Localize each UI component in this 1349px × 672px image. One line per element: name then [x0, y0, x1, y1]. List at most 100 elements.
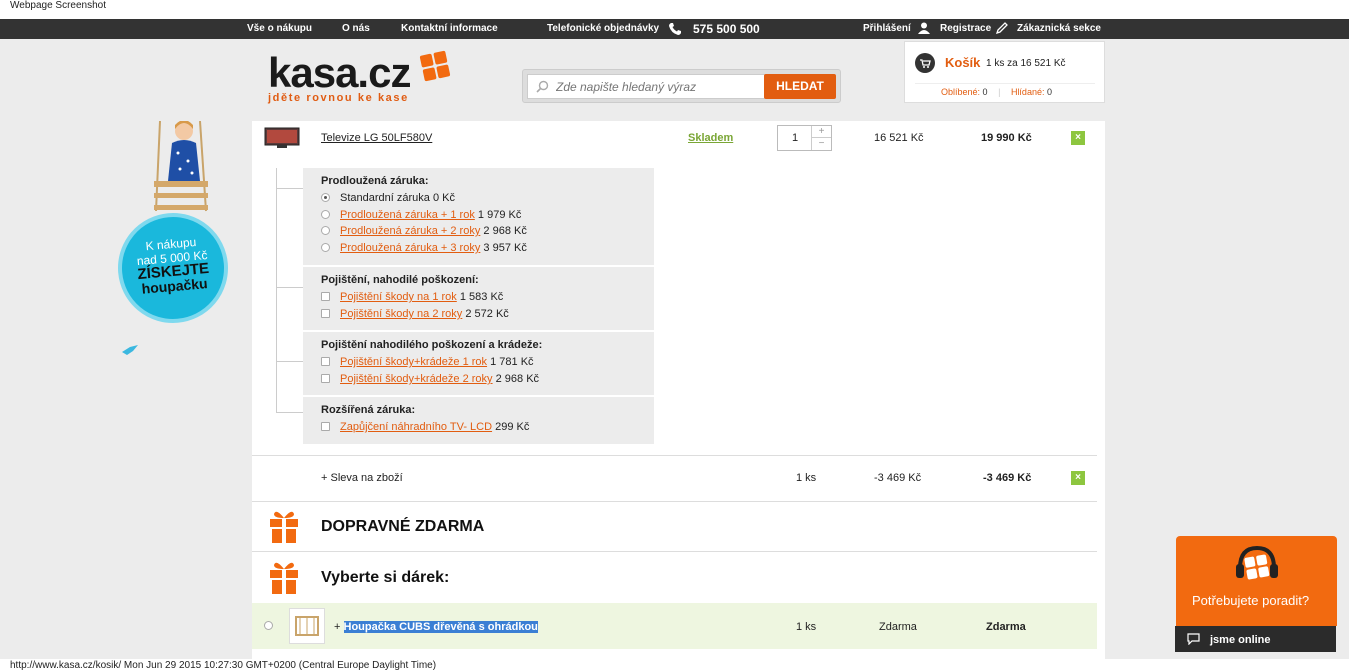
remove-product-button[interactable]: ×: [1071, 131, 1085, 145]
theft-1-year-option[interactable]: Pojištění škody+krádeže 1 rok 1 781 Kč: [321, 356, 534, 368]
theft-1-year-link[interactable]: Pojištění škody+krádeže 1 rok: [340, 356, 487, 368]
swing-promo-banner[interactable]: K nákupu nad 5 000 Kč ZÍSKEJTE houpačku: [112, 121, 233, 331]
options-tree-line: [276, 168, 277, 412]
discount-total: -3 469 Kč: [983, 472, 1032, 484]
warranty-3-years-price: 3 957 Kč: [483, 242, 527, 254]
product-unit-price: 16 521 Kč: [874, 132, 924, 144]
quantity-stepper[interactable]: 1 + −: [777, 125, 832, 151]
nav-customer-section[interactable]: Zákaznická sekce: [1017, 23, 1101, 34]
discount-label: + Sleva na zboží: [321, 472, 403, 484]
cart-title[interactable]: Košík: [945, 55, 980, 70]
discount-unit-price: -3 469 Kč: [874, 472, 922, 484]
bird-icon: [122, 345, 138, 355]
nav-login[interactable]: Přihlášení: [863, 23, 911, 34]
options-divider: [303, 330, 654, 332]
warranty-3-years-option[interactable]: Prodloužená záruka + 3 roky 3 957 Kč: [321, 242, 527, 254]
tree-branch: [276, 361, 303, 362]
gift-thumbnail[interactable]: [289, 608, 325, 644]
favorites-count: 0: [982, 87, 988, 97]
logo-wordmark: kasa.cz: [268, 49, 411, 96]
insurance-2-years-price: 2 572 Kč: [465, 308, 509, 320]
search-icon: [536, 80, 549, 93]
search-input[interactable]: [556, 75, 756, 98]
gift-icon: [270, 562, 298, 594]
watched-count: 0: [1046, 87, 1052, 97]
gift-choice-title: Vyberte si dárek:: [321, 569, 450, 586]
radio[interactable]: [321, 243, 330, 252]
options-divider: [303, 265, 654, 267]
cart-box[interactable]: Košík 1 ks za 16 521 Kč Oblíbené: 0 | Hl…: [904, 41, 1105, 103]
warranty-2-years-option[interactable]: Prodloužená záruka + 2 roky 2 968 Kč: [321, 225, 527, 237]
checkbox[interactable]: [321, 357, 330, 366]
quantity-plus-button[interactable]: +: [812, 126, 831, 138]
cart-summary: 1 ks za 16 521 Kč: [986, 58, 1066, 69]
theft-2-years-link[interactable]: Pojištění škody+krádeže 2 roky: [340, 373, 493, 385]
warranty-1-year-price: 1 979 Kč: [477, 209, 522, 221]
options-divider: [303, 395, 654, 397]
product-total-price: 19 990 Kč: [981, 132, 1032, 144]
row-divider: [252, 551, 1097, 552]
quantity-value[interactable]: 1: [792, 132, 798, 144]
theft-2-years-price: 2 968 Kč: [495, 373, 540, 385]
nav-about-us[interactable]: O nás: [342, 23, 370, 34]
warranty-2-years-price: 2 968 Kč: [483, 225, 527, 237]
cart-link-separator: |: [998, 87, 1001, 97]
quantity-minus-button[interactable]: −: [812, 138, 831, 150]
warranty-1-year-option[interactable]: Prodloužená záruka + 1 rok 1 979 Kč: [321, 209, 521, 221]
warranty-standard-label: Standardní záruka 0 Kč: [340, 192, 455, 204]
tv-thumbnail[interactable]: [264, 127, 300, 149]
phone-number[interactable]: 575 500 500: [693, 22, 760, 36]
watched-link[interactable]: Hlídané:: [1011, 87, 1045, 97]
stock-status[interactable]: Skladem: [688, 132, 733, 144]
page-caption: Webpage Screenshot: [10, 0, 106, 11]
online-status-bar[interactable]: jsme online: [1175, 626, 1336, 652]
gift-plus: +: [334, 621, 341, 633]
insurance-group-title: Pojištění, nahodilé poškození:: [321, 274, 479, 286]
nav-register[interactable]: Registrace: [940, 23, 991, 34]
radio-selected[interactable]: [321, 193, 330, 202]
page-url-caption: http://www.kasa.cz/kosik/ Mon Jun 29 201…: [10, 660, 437, 671]
checkbox[interactable]: [321, 422, 330, 431]
insurance-2-years-link[interactable]: Pojištění škody na 2 roky: [340, 308, 462, 320]
warranty-3-years-link[interactable]: Prodloužená záruka + 3 roky: [340, 242, 480, 254]
help-text[interactable]: Potřebujete poradit?: [1192, 593, 1309, 608]
remove-discount-button[interactable]: ×: [1071, 471, 1085, 485]
insurance-1-year-option[interactable]: Pojištění škody na 1 rok 1 583 Kč: [321, 291, 503, 303]
nav-contact[interactable]: Kontaktní informace: [401, 23, 498, 34]
gift-name[interactable]: + Houpačka CUBS dřevěná s ohrádkou: [334, 621, 538, 633]
replacement-tv-link[interactable]: Zapůjčení náhradního TV- LCD: [340, 421, 492, 433]
product-name-link[interactable]: Televize LG 50LF580V: [321, 132, 432, 144]
insurance-1-year-link[interactable]: Pojištění škody na 1 rok: [340, 291, 457, 303]
insurance-2-years-option[interactable]: Pojištění škody na 2 roky 2 572 Kč: [321, 308, 509, 320]
warranty-2-years-link[interactable]: Prodloužená záruka + 2 roky: [340, 225, 480, 237]
warranty-standard-option[interactable]: Standardní záruka 0 Kč: [321, 192, 455, 204]
checkbox[interactable]: [321, 374, 330, 383]
theft-2-years-option[interactable]: Pojištění škody+krádeže 2 roky 2 968 Kč: [321, 373, 539, 385]
radio[interactable]: [321, 226, 330, 235]
gift-name-link[interactable]: Houpačka CUBS dřevěná s ohrádkou: [343, 621, 538, 633]
cart-divider: [915, 83, 1095, 84]
help-chat-widget[interactable]: Potřebujete poradit?: [1176, 536, 1337, 626]
gift-unit-price: Zdarma: [879, 621, 917, 633]
row-divider: [252, 501, 1097, 502]
checkbox[interactable]: [321, 309, 330, 318]
phone-icon: [669, 23, 681, 35]
child-on-swing-illustration: [154, 121, 208, 212]
replacement-tv-option[interactable]: Zapůjčení náhradního TV- LCD 299 Kč: [321, 421, 529, 433]
tree-branch: [276, 412, 303, 413]
warranty-1-year-link[interactable]: Prodloužená záruka + 1 rok: [340, 209, 475, 221]
search-button[interactable]: HLEDAT: [764, 74, 836, 99]
nav-all-about[interactable]: Vše o nákupu: [247, 23, 312, 34]
replacement-tv-price: 299 Kč: [495, 421, 530, 433]
radio[interactable]: [321, 210, 330, 219]
gift-radio[interactable]: [264, 621, 273, 630]
pencil-icon: [996, 22, 1008, 34]
cart-links: Oblíbené: 0 | Hlídané: 0: [941, 87, 1052, 97]
site-logo[interactable]: kasa.cz jděte rovnou ke kase: [268, 49, 411, 105]
row-divider: [252, 455, 1097, 456]
chat-bubble-icon: [1187, 633, 1200, 645]
favorites-link[interactable]: Oblíbené:: [941, 87, 980, 97]
discount-quantity: 1 ks: [796, 472, 817, 484]
promo-badge: K nákupu nad 5 000 Kč ZÍSKEJTE houpačku: [113, 208, 233, 328]
checkbox[interactable]: [321, 292, 330, 301]
